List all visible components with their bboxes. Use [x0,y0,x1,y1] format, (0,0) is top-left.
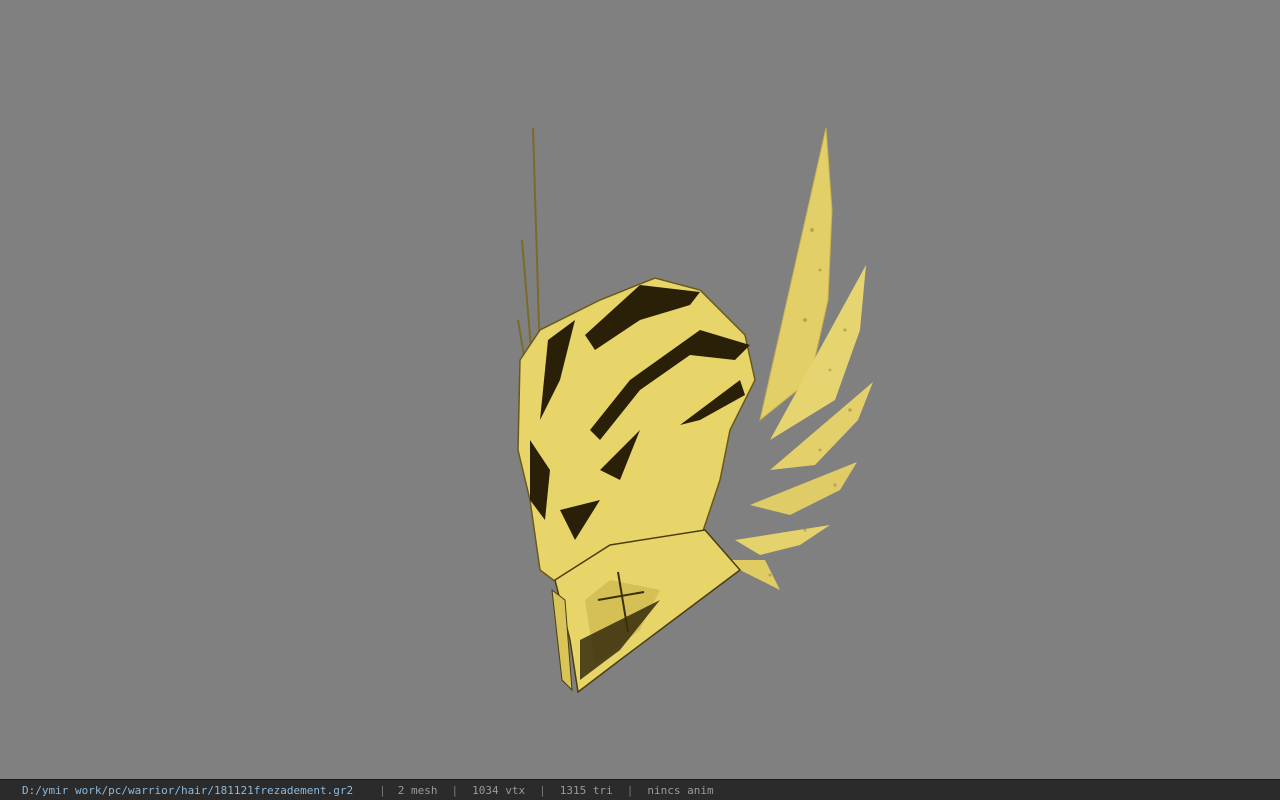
separator: | [379,783,386,797]
file-path: D:/ymir work/pc/warrior/hair/181121freza… [22,783,354,797]
status-bar: D:/ymir work/pc/warrior/hair/181121freza… [0,779,1280,800]
3d-viewport[interactable] [0,0,1280,779]
helmet-body [517,277,756,694]
separator: | [626,783,634,797]
separator: | [539,783,546,797]
mesh-count: 2 mesh [397,783,438,797]
helmet-model [517,127,873,694]
animation-status: nincs anim [647,783,714,797]
vertex-count: 1034 vtx [472,783,526,797]
separator: | [451,783,459,797]
triangle-count: 1315 tri [559,783,613,797]
